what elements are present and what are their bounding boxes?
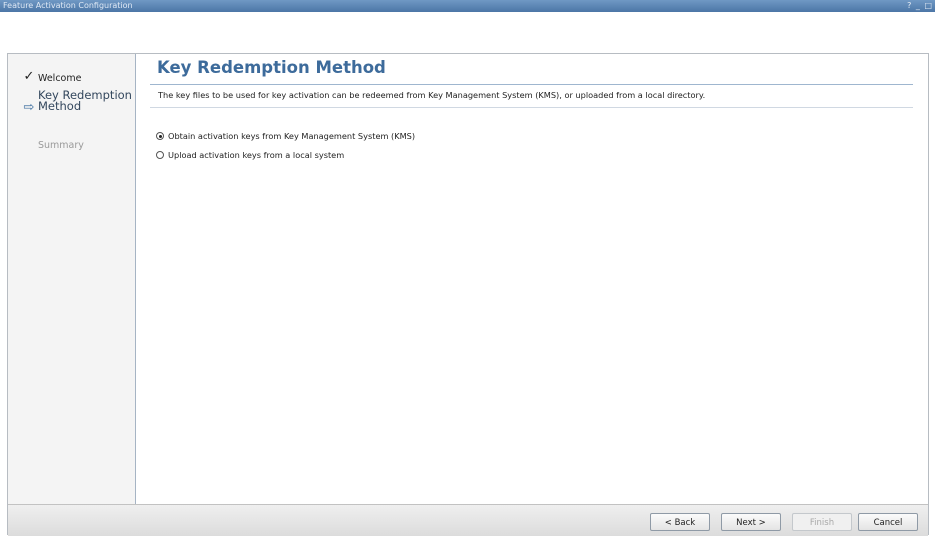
finish-button: Finish — [792, 513, 852, 531]
option-label: Obtain activation keys from Key Manageme… — [168, 131, 416, 141]
kms-radio-button[interactable] — [156, 132, 164, 140]
checkmark-icon: ✓ — [23, 69, 35, 84]
arrow-right-icon: ⇨ — [23, 100, 35, 115]
wizard-step-navigation: ✓ Welcome ⇨ Key Redemption Method Summar… — [8, 54, 136, 504]
window-titlebar: Feature Activation Configuration ? _ □ — [0, 0, 935, 12]
option-label: Upload activation keys from a local syst… — [168, 150, 345, 160]
wizard-content: Key Redemption Method The key files to b… — [136, 54, 928, 504]
local-radio-button[interactable] — [156, 151, 164, 159]
wizard-button-bar: < Back Next > Finish Cancel — [8, 504, 928, 536]
cancel-button[interactable]: Cancel — [858, 513, 918, 531]
description-divider — [150, 107, 913, 108]
nav-step-label: Welcome — [38, 73, 82, 84]
nav-step-label: Key Redemption Method — [38, 88, 132, 113]
heading-divider — [150, 84, 913, 85]
option-obtain-from-kms[interactable]: Obtain activation keys from Key Manageme… — [156, 131, 415, 141]
wizard-dialog: ✓ Welcome ⇨ Key Redemption Method Summar… — [7, 53, 929, 536]
option-upload-local[interactable]: Upload activation keys from a local syst… — [156, 150, 344, 160]
window-controls[interactable]: ? _ □ — [907, 0, 933, 12]
nav-step-label: Summary — [38, 140, 84, 151]
page-description: The key files to be used for key activat… — [158, 90, 706, 100]
next-button[interactable]: Next > — [721, 513, 781, 531]
page-title: Key Redemption Method — [157, 58, 386, 77]
back-button[interactable]: < Back — [650, 513, 710, 531]
window-title: Feature Activation Configuration — [3, 1, 133, 10]
